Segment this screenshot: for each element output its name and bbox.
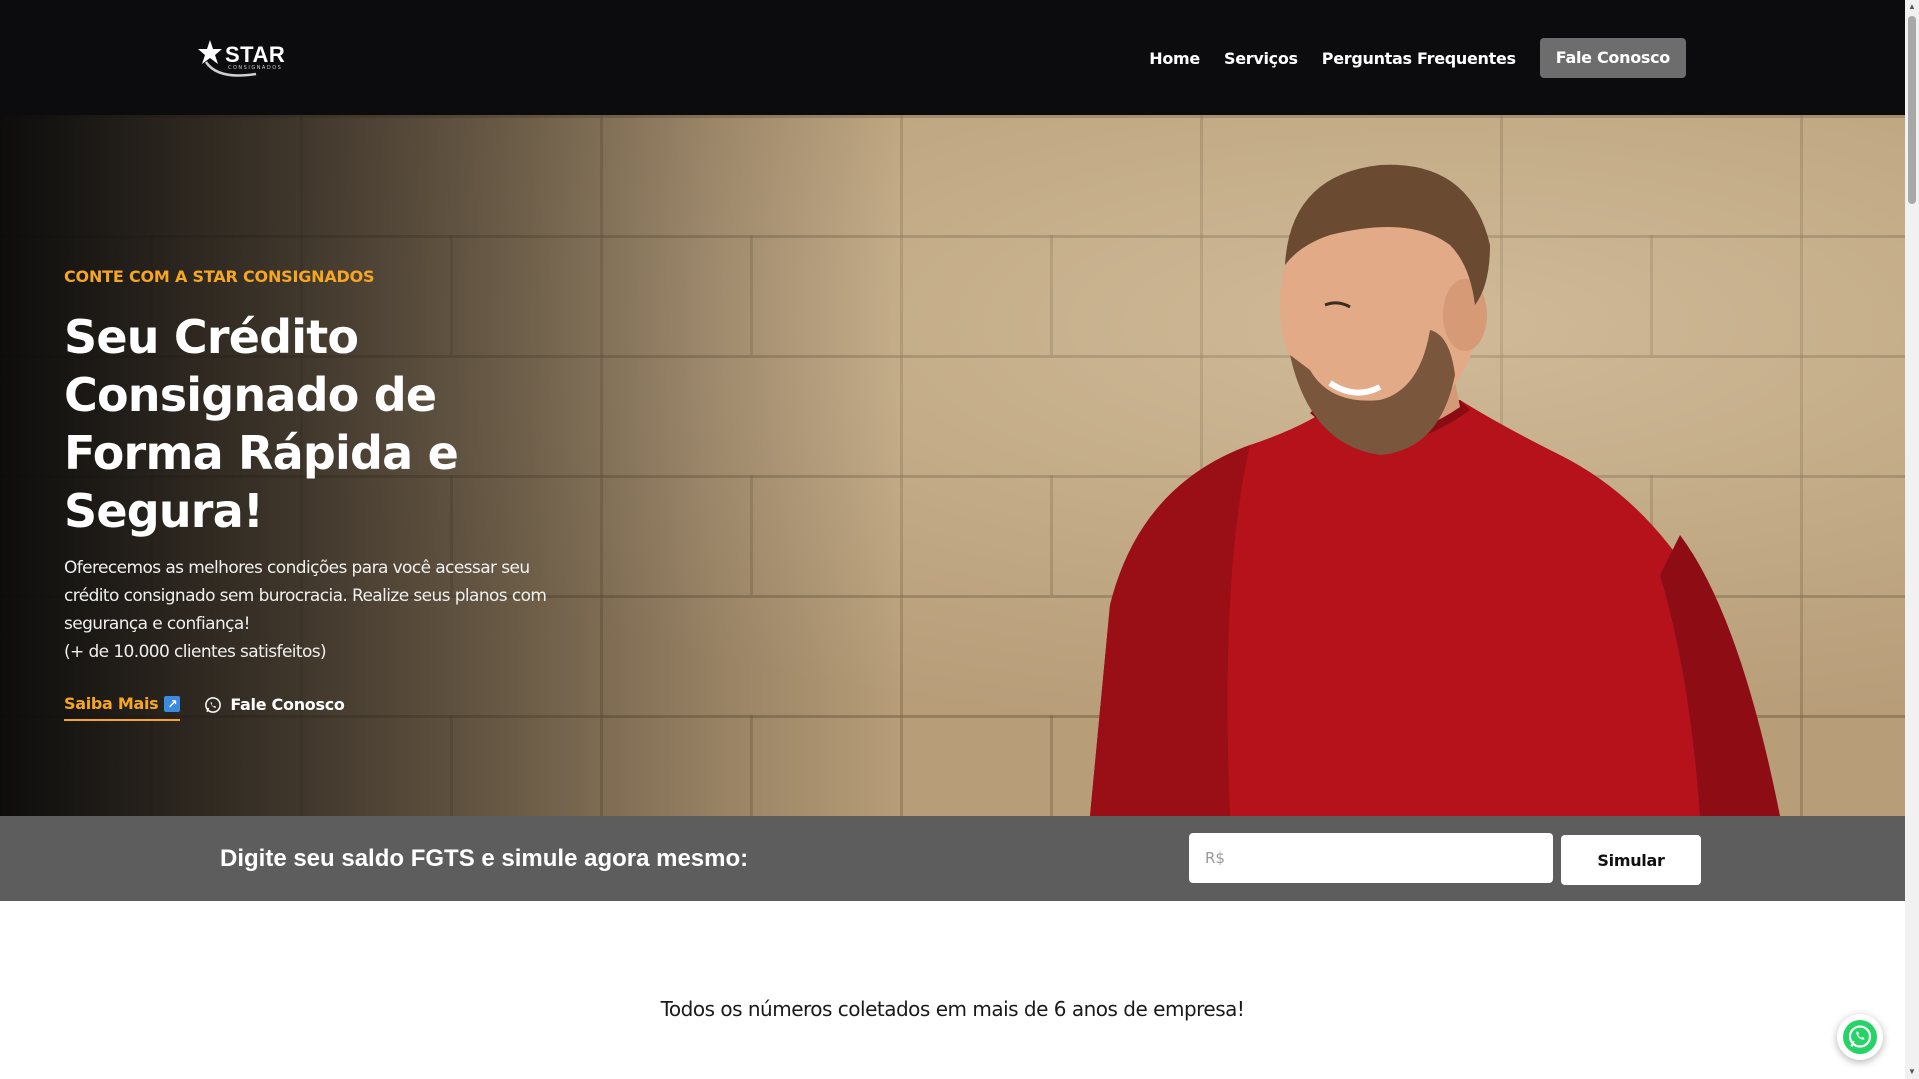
logo[interactable]: STAR CONSIGNADOS [198,38,288,88]
external-link-icon: ↗ [164,695,181,712]
whatsapp-icon [205,696,222,713]
fale-conosco-label: Fale Conosco [230,695,345,714]
scrollbar-thumb[interactable] [1908,16,1916,204]
simular-button[interactable]: Simular [1561,835,1701,885]
hero-description-text: Oferecemos as melhores condições para vo… [64,558,547,634]
logo-subtext: CONSIGNADOS [228,65,283,71]
hero-description: Oferecemos as melhores condições para vo… [64,554,564,666]
scroll-down-arrow-icon[interactable]: ▼ [1905,1065,1919,1079]
hero-title: Seu Crédito Consignado de Forma Rápida e… [64,310,459,538]
scroll-up-arrow-icon[interactable]: ▲ [1905,0,1919,14]
stats-caption: Todos os números coletados em mais de 6 … [660,997,1245,1021]
hero-clients-note: (+ de 10.000 clientes satisfeitos) [64,642,327,662]
page-scrollbar[interactable]: ▲ ▼ [1905,0,1919,1079]
fgts-balance-input[interactable] [1189,833,1553,883]
fale-conosco-button[interactable]: Fale Conosco [1539,38,1686,78]
nav-home[interactable]: Home [1149,49,1200,68]
nav-servicos[interactable]: Serviços [1224,49,1298,68]
fale-conosco-link[interactable]: Fale Conosco [204,695,345,720]
hero-section: CONTE COM A STAR CONSIGNADOS Seu Crédito… [0,115,1905,816]
hero-actions: Saiba Mais ↗ Fale Conosco [64,694,624,721]
saiba-mais-label: Saiba Mais [64,694,159,713]
whatsapp-floating-button[interactable] [1837,1014,1883,1060]
page: STAR CONSIGNADOS Home Serviços Perguntas… [0,0,1919,1079]
hero-eyebrow: CONTE COM A STAR CONSIGNADOS [64,267,375,286]
saiba-mais-link[interactable]: Saiba Mais ↗ [64,694,181,721]
hero-content: CONTE COM A STAR CONSIGNADOS Seu Crédito… [64,267,624,721]
fgts-simulator-label: Digite seu saldo FGTS e simule agora mes… [220,845,749,872]
fgts-simulator-bar: Digite seu saldo FGTS e simule agora mes… [0,816,1905,901]
nav-perguntas-frequentes[interactable]: Perguntas Frequentes [1322,49,1516,68]
whatsapp-icon [1843,1020,1877,1054]
main-nav: Home Serviços Perguntas Frequentes Fale … [1149,38,1686,78]
navbar: STAR CONSIGNADOS Home Serviços Perguntas… [0,0,1905,115]
